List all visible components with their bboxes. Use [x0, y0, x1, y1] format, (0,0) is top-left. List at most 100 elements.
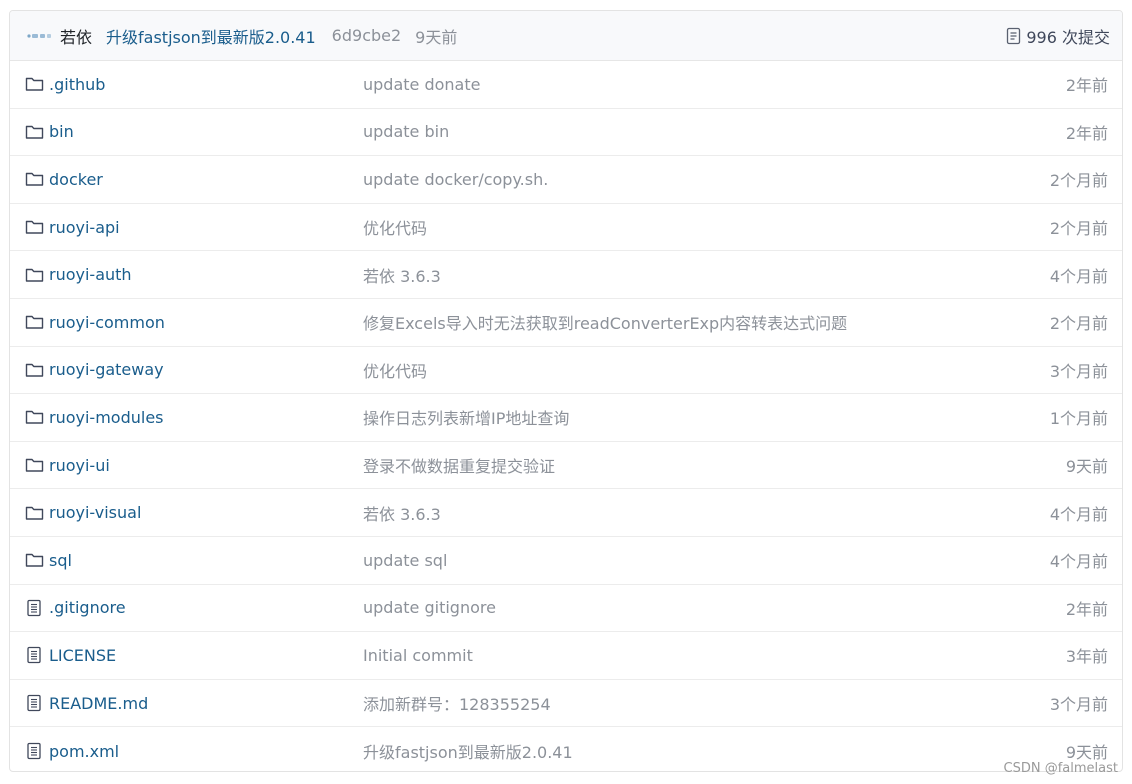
file-row[interactable]: sql update sql 4个月前: [10, 537, 1122, 585]
folder-icon: [24, 550, 44, 570]
folder-icon: [24, 312, 44, 332]
file-name-link[interactable]: ruoyi-auth: [49, 265, 132, 284]
commit-time: 9天前: [415, 27, 458, 47]
file-list: .github update donate 2年前 bin update bin 2年前 d…: [10, 61, 1122, 771]
watermark: CSDN @falmelast: [1003, 761, 1118, 776]
folder-icon: [24, 122, 44, 142]
file-name-link[interactable]: ruoyi-api: [49, 218, 120, 237]
folder-icon: [24, 265, 44, 285]
file-name-link[interactable]: sql: [49, 551, 72, 570]
file-name-cell: .gitignore: [24, 598, 363, 618]
file-row[interactable]: ruoyi-visual 若依 3.6.3 4个月前: [10, 489, 1122, 537]
file-row[interactable]: pom.xml 升级fastjson到最新版2.0.41 9天前: [10, 727, 1122, 771]
file-name-link[interactable]: ruoyi-visual: [49, 503, 141, 522]
file-row[interactable]: .github update donate 2年前: [10, 61, 1122, 109]
file-commit-message[interactable]: 优化代码: [363, 215, 1050, 239]
file-commit-message[interactable]: update docker/copy.sh.: [363, 170, 1050, 189]
folder-icon: [24, 407, 44, 427]
folder-icon: [24, 455, 44, 475]
file-commit-message[interactable]: 添加新群号：128355254: [363, 691, 1050, 715]
file-commit-time: 2年前: [1065, 123, 1108, 143]
file-name-cell: ruoyi-visual: [24, 503, 363, 523]
file-name-cell: sql: [24, 550, 363, 570]
file-commit-time: 2个月前: [1049, 171, 1108, 191]
file-name-cell: .github: [24, 74, 363, 94]
file-name-cell: ruoyi-api: [24, 217, 363, 237]
file-name-link[interactable]: pom.xml: [49, 742, 119, 761]
file-row[interactable]: bin update bin 2年前: [10, 109, 1122, 157]
file-commit-message[interactable]: update donate: [363, 75, 1066, 94]
file-name-link[interactable]: LICENSE: [49, 646, 116, 665]
commit-count-label: 996 次提交: [1026, 27, 1110, 47]
file-commit-time: 2年前: [1065, 76, 1108, 96]
file-row[interactable]: ruoyi-api 优化代码 2个月前: [10, 204, 1122, 252]
file-name-link[interactable]: .gitignore: [49, 598, 126, 617]
file-name-link[interactable]: ruoyi-ui: [49, 456, 110, 475]
file-commit-time: 3个月前: [1049, 361, 1108, 381]
file-row[interactable]: README.md 添加新群号：128355254 3个月前: [10, 680, 1122, 728]
file-name-cell: bin: [24, 122, 363, 142]
file-row[interactable]: ruoyi-ui 登录不做数据重复提交验证 9天前: [10, 442, 1122, 490]
folder-icon: [24, 503, 44, 523]
file-name-cell: ruoyi-common: [24, 312, 363, 332]
file-row[interactable]: .gitignore update gitignore 2年前: [10, 585, 1122, 633]
file-row[interactable]: ruoyi-gateway 优化代码 3个月前: [10, 347, 1122, 395]
file-commit-time: 2个月前: [1049, 314, 1108, 334]
file-commit-time: 2个月前: [1049, 219, 1108, 239]
file-name-link[interactable]: docker: [49, 170, 103, 189]
file-name-link[interactable]: ruoyi-common: [49, 313, 165, 332]
file-row[interactable]: LICENSE Initial commit 3年前: [10, 632, 1122, 680]
file-row[interactable]: ruoyi-auth 若依 3.6.3 4个月前: [10, 251, 1122, 299]
file-name-link[interactable]: ruoyi-modules: [49, 408, 164, 427]
file-name-cell: LICENSE: [24, 645, 363, 665]
file-commit-time: 9天前: [1065, 457, 1108, 477]
file-commit-time: 1个月前: [1049, 409, 1108, 429]
file-commit-message[interactable]: 登录不做数据重复提交验证: [363, 453, 1066, 477]
latest-commit-bar: 若依 升级fastjson到最新版2.0.41 6d9cbe2 9天前 996 …: [10, 11, 1122, 61]
file-commit-message[interactable]: 若依 3.6.3: [363, 263, 1050, 287]
file-commit-time: 2年前: [1065, 599, 1108, 619]
file-name-cell: ruoyi-modules: [24, 407, 363, 427]
file-commit-time: 4个月前: [1049, 504, 1108, 524]
author-avatar[interactable]: [26, 29, 52, 43]
file-name-link[interactable]: .github: [49, 75, 105, 94]
file-name-cell: README.md: [24, 693, 363, 713]
file-name-cell: ruoyi-auth: [24, 265, 363, 285]
folder-icon: [24, 360, 44, 380]
folder-icon: [24, 217, 44, 237]
commit-sha[interactable]: 6d9cbe2: [332, 26, 402, 45]
file-row[interactable]: ruoyi-common 修复Excels导入时无法获取到readConverte…: [10, 299, 1122, 347]
file-commit-message[interactable]: 操作日志列表新增IP地址查询: [363, 405, 1050, 429]
file-name-cell: pom.xml: [24, 741, 363, 761]
file-name-cell: docker: [24, 169, 363, 189]
file-icon: [24, 741, 44, 761]
folder-icon: [24, 74, 44, 94]
file-commit-time: 3年前: [1065, 647, 1108, 667]
file-commit-message[interactable]: update bin: [363, 122, 1066, 141]
file-name-link[interactable]: README.md: [49, 694, 148, 713]
file-commit-time: 4个月前: [1049, 266, 1108, 286]
commit-history-icon: [1006, 27, 1022, 45]
file-icon: [24, 598, 44, 618]
commit-count-link[interactable]: 996 次提交: [1006, 24, 1110, 48]
file-row[interactable]: docker update docker/copy.sh. 2个月前: [10, 156, 1122, 204]
file-name-link[interactable]: bin: [49, 122, 74, 141]
file-commit-time: 3个月前: [1049, 695, 1108, 715]
file-row[interactable]: ruoyi-modules 操作日志列表新增IP地址查询 1个月前: [10, 394, 1122, 442]
file-commit-message[interactable]: 升级fastjson到最新版2.0.41: [363, 739, 1066, 763]
repo-file-browser: 若依 升级fastjson到最新版2.0.41 6d9cbe2 9天前 996 …: [9, 10, 1123, 772]
file-commit-message[interactable]: 修复Excels导入时无法获取到readConverterExp内容转表达式问题: [363, 310, 1050, 334]
folder-icon: [24, 169, 44, 189]
commit-author[interactable]: 若依: [60, 24, 92, 48]
file-commit-message[interactable]: update sql: [363, 551, 1050, 570]
file-name-cell: ruoyi-ui: [24, 455, 363, 475]
file-commit-message[interactable]: 优化代码: [363, 358, 1050, 382]
file-icon: [24, 693, 44, 713]
file-icon: [24, 645, 44, 665]
file-commit-message[interactable]: 若依 3.6.3: [363, 501, 1050, 525]
file-name-link[interactable]: ruoyi-gateway: [49, 360, 164, 379]
file-commit-message[interactable]: update gitignore: [363, 598, 1066, 617]
file-name-cell: ruoyi-gateway: [24, 360, 363, 380]
commit-message-link[interactable]: 升级fastjson到最新版2.0.41: [106, 24, 316, 48]
file-commit-message[interactable]: Initial commit: [363, 646, 1066, 665]
